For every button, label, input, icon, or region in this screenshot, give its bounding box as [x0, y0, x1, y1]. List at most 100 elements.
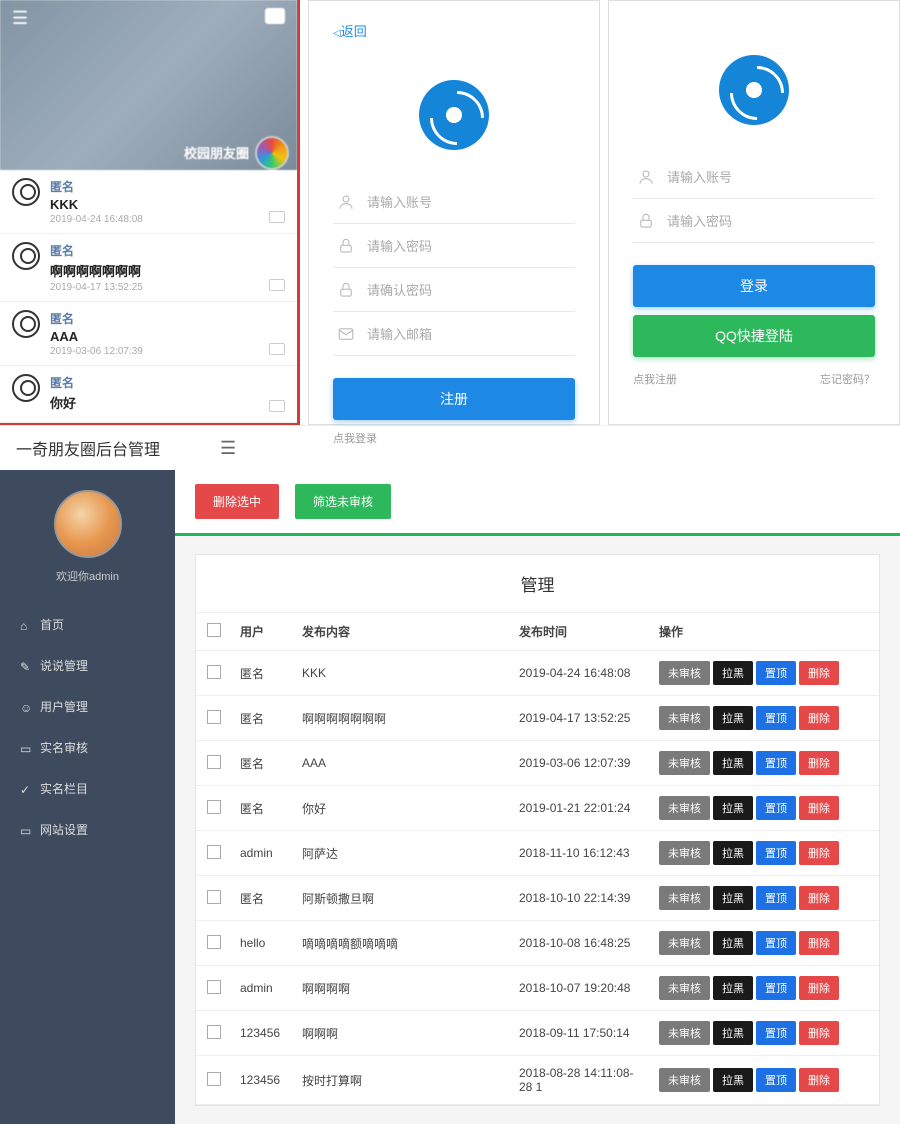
unaudited-button[interactable]: 未审核 — [659, 931, 710, 955]
col-user: 用户 — [232, 613, 294, 651]
blacklist-button[interactable]: 拉黑 — [713, 841, 753, 865]
blacklist-button[interactable]: 拉黑 — [713, 931, 753, 955]
login-button[interactable]: 登录 — [633, 265, 875, 307]
row-checkbox[interactable] — [207, 980, 221, 994]
sidebar-item[interactable]: ✓实名栏目 — [0, 768, 175, 809]
unaudited-button[interactable]: 未审核 — [659, 706, 710, 730]
row-checkbox[interactable] — [207, 710, 221, 724]
unaudited-button[interactable]: 未审核 — [659, 976, 710, 1000]
delete-selected-button[interactable]: 删除选中 — [195, 484, 279, 519]
sidebar-item[interactable]: ✎说说管理 — [0, 645, 175, 686]
delete-button[interactable]: 删除 — [799, 796, 839, 820]
pin-button[interactable]: 置顶 — [756, 976, 796, 1000]
row-checkbox[interactable] — [207, 665, 221, 679]
row-checkbox[interactable] — [207, 845, 221, 859]
row-checkbox[interactable] — [207, 800, 221, 814]
blacklist-button[interactable]: 拉黑 — [713, 706, 753, 730]
sidebar-item[interactable]: ▭网站设置 — [0, 809, 175, 850]
row-checkbox[interactable] — [207, 1072, 221, 1086]
delete-button[interactable]: 删除 — [799, 661, 839, 685]
pin-button[interactable]: 置顶 — [756, 706, 796, 730]
feed-item-name: 匿名 — [50, 178, 285, 195]
blacklist-button[interactable]: 拉黑 — [713, 751, 753, 775]
row-checkbox[interactable] — [207, 755, 221, 769]
pin-button[interactable]: 置顶 — [756, 931, 796, 955]
pin-button[interactable]: 置顶 — [756, 886, 796, 910]
cell-content: 啊啊啊啊 — [294, 966, 511, 1011]
forgot-link[interactable]: 忘记密码？ — [820, 371, 875, 387]
sidebar-item-label: 首页 — [40, 616, 64, 633]
pin-button[interactable]: 置顶 — [756, 796, 796, 820]
blacklist-button[interactable]: 拉黑 — [713, 886, 753, 910]
feed-item[interactable]: 匿名 啊啊啊啊啊啊啊 2019-04-17 13:52:25 — [0, 234, 297, 302]
sidebar-item-label: 说说管理 — [40, 657, 88, 674]
blacklist-button[interactable]: 拉黑 — [713, 1021, 753, 1045]
pin-button[interactable]: 置顶 — [756, 841, 796, 865]
feed-item[interactable]: 匿名 你好 — [0, 366, 297, 423]
qq-login-button[interactable]: QQ快捷登陆 — [633, 315, 875, 357]
unaudited-button[interactable]: 未审核 — [659, 1068, 710, 1092]
more-icon[interactable] — [269, 400, 285, 412]
delete-button[interactable]: 删除 — [799, 931, 839, 955]
cell-user: admin — [232, 966, 294, 1011]
unaudited-button[interactable]: 未审核 — [659, 1021, 710, 1045]
unaudited-button[interactable]: 未审核 — [659, 796, 710, 820]
sidebar-item[interactable]: ☺用户管理 — [0, 686, 175, 727]
register-link[interactable]: 点我注册 — [633, 371, 677, 387]
cell-time: 2019-04-17 13:52:25 — [511, 696, 651, 741]
password-input[interactable]: 请输入密码 — [633, 199, 875, 243]
select-all-checkbox[interactable] — [207, 623, 221, 637]
blacklist-button[interactable]: 拉黑 — [713, 976, 753, 1000]
password-input[interactable]: 请输入密码 — [333, 224, 575, 268]
row-checkbox[interactable] — [207, 1025, 221, 1039]
delete-button[interactable]: 删除 — [799, 1068, 839, 1092]
col-ops: 操作 — [651, 613, 879, 651]
delete-button[interactable]: 删除 — [799, 1021, 839, 1045]
more-icon[interactable] — [269, 343, 285, 355]
row-checkbox[interactable] — [207, 935, 221, 949]
delete-button[interactable]: 删除 — [799, 706, 839, 730]
feed-item[interactable]: 匿名 KKK 2019-04-24 16:48:08 — [0, 170, 297, 234]
sidebar-item[interactable]: ⌂首页 — [0, 604, 175, 645]
register-button[interactable]: 注册 — [333, 378, 575, 420]
unaudited-button[interactable]: 未审核 — [659, 661, 710, 685]
cell-user: hello — [232, 921, 294, 966]
delete-button[interactable]: 删除 — [799, 841, 839, 865]
sidebar-item[interactable]: ▭实名审核 — [0, 727, 175, 768]
pin-button[interactable]: 置顶 — [756, 751, 796, 775]
more-icon[interactable] — [269, 211, 285, 223]
unaudited-button[interactable]: 未审核 — [659, 886, 710, 910]
account-input[interactable]: 请输入账号 — [333, 180, 575, 224]
filter-button[interactable]: 筛选未审核 — [295, 484, 391, 519]
menu-icon[interactable]: ☰ — [12, 8, 28, 29]
menu-icon[interactable]: ☰ — [220, 438, 236, 459]
avatar-icon — [12, 374, 40, 402]
login-link[interactable]: 点我登录 — [333, 430, 575, 446]
delete-button[interactable]: 删除 — [799, 751, 839, 775]
unaudited-button[interactable]: 未审核 — [659, 751, 710, 775]
app-logo-icon — [719, 55, 789, 125]
feed-item[interactable]: 匿名 AAA 2019-03-06 12:07:39 — [0, 302, 297, 366]
lock-icon — [637, 212, 655, 230]
sidebar-item-label: 网站设置 — [40, 821, 88, 838]
cell-time: 2018-10-10 22:14:39 — [511, 876, 651, 921]
blacklist-button[interactable]: 拉黑 — [713, 1068, 753, 1092]
account-input[interactable]: 请输入账号 — [633, 155, 875, 199]
pin-button[interactable]: 置顶 — [756, 661, 796, 685]
delete-button[interactable]: 删除 — [799, 886, 839, 910]
table-row: 匿名 KKK 2019-04-24 16:48:08 未审核 拉黑 置顶 删除 — [196, 651, 879, 696]
row-checkbox[interactable] — [207, 890, 221, 904]
camera-icon[interactable] — [265, 8, 285, 24]
user-icon — [637, 168, 655, 186]
confirm-password-input[interactable]: 请确认密码 — [333, 268, 575, 312]
cell-time: 2018-10-08 16:48:25 — [511, 921, 651, 966]
unaudited-button[interactable]: 未审核 — [659, 841, 710, 865]
pin-button[interactable]: 置顶 — [756, 1068, 796, 1092]
blacklist-button[interactable]: 拉黑 — [713, 796, 753, 820]
delete-button[interactable]: 删除 — [799, 976, 839, 1000]
email-input[interactable]: 请输入邮箱 — [333, 312, 575, 356]
pin-button[interactable]: 置顶 — [756, 1021, 796, 1045]
more-icon[interactable] — [269, 279, 285, 291]
back-link[interactable]: ◁返回 — [333, 21, 367, 40]
blacklist-button[interactable]: 拉黑 — [713, 661, 753, 685]
